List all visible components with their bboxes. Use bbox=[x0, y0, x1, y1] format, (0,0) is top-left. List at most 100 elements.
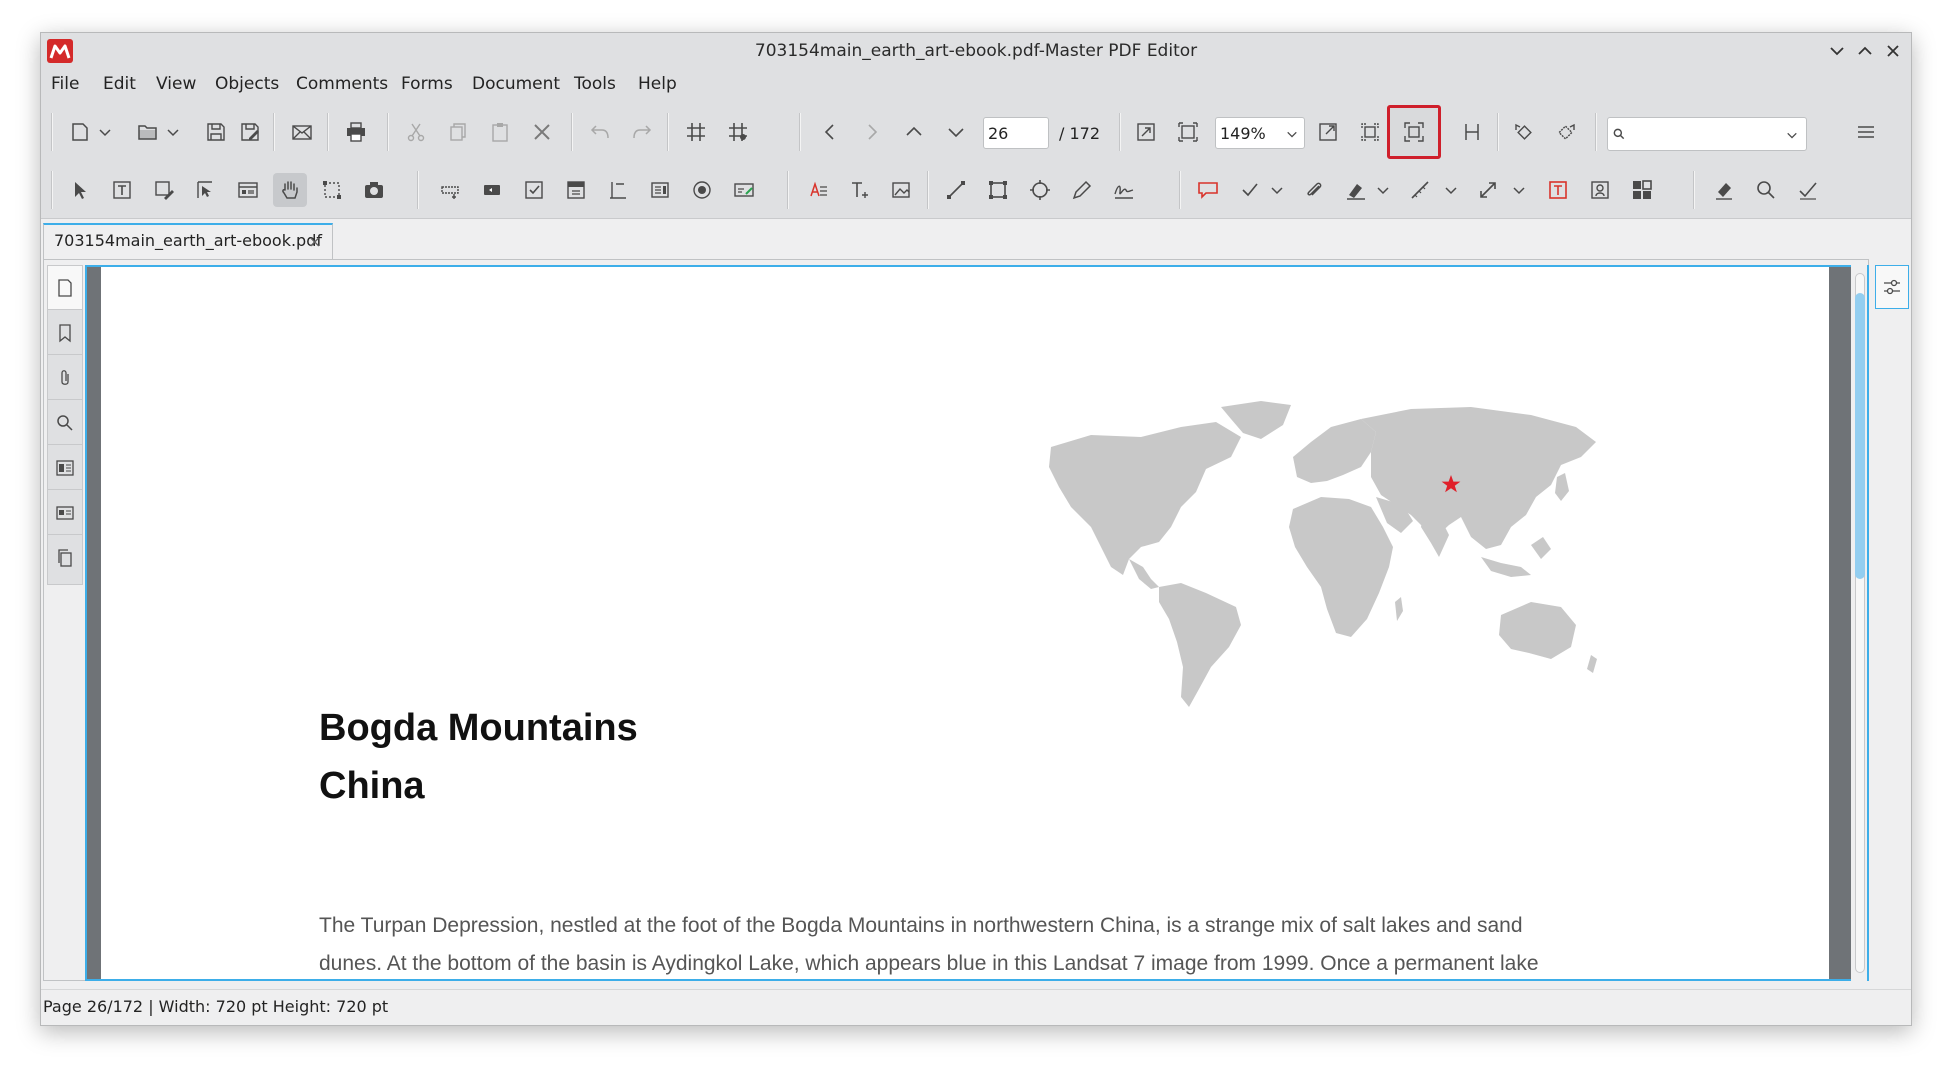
new-document-button[interactable] bbox=[63, 115, 97, 149]
fit-visible-button[interactable] bbox=[1387, 105, 1441, 159]
stamp-menu-button[interactable] bbox=[1269, 173, 1285, 207]
tab-close-icon[interactable]: × bbox=[308, 232, 321, 251]
comment-tool-button[interactable] bbox=[1191, 173, 1225, 207]
snap-to-grid-button[interactable] bbox=[721, 115, 755, 149]
maximize-icon[interactable] bbox=[1853, 39, 1877, 63]
rotate-right-button[interactable] bbox=[1549, 115, 1583, 149]
next-page-button[interactable] bbox=[939, 115, 973, 149]
checkbox-field-button[interactable] bbox=[517, 173, 551, 207]
rectangle-tool-button[interactable] bbox=[981, 173, 1015, 207]
edit-forms-tool-button[interactable] bbox=[231, 173, 265, 207]
attachments-panel-button[interactable] bbox=[48, 356, 82, 400]
layers-panel-button[interactable] bbox=[48, 446, 82, 490]
signature-field-button[interactable] bbox=[727, 173, 761, 207]
paste-button[interactable] bbox=[483, 115, 517, 149]
open-button[interactable] bbox=[131, 115, 165, 149]
menu-help[interactable]: Help bbox=[638, 74, 677, 94]
stamp-check-button[interactable] bbox=[1233, 173, 1267, 207]
expand-icon bbox=[1319, 123, 1337, 141]
document-tab[interactable]: 703154main_earth_art-ebook.pdf × bbox=[43, 223, 333, 259]
text-box-button[interactable] bbox=[1541, 173, 1575, 207]
minimize-icon[interactable] bbox=[1825, 39, 1849, 63]
edit-text-tool-button[interactable] bbox=[147, 173, 181, 207]
attach-file-button[interactable] bbox=[1297, 173, 1331, 207]
search-input[interactable] bbox=[1607, 117, 1807, 151]
menu-file[interactable]: File bbox=[51, 74, 79, 94]
new-document-menu-button[interactable] bbox=[97, 115, 113, 149]
open-menu-button[interactable] bbox=[165, 115, 181, 149]
radio-field-button[interactable] bbox=[685, 173, 719, 207]
email-button[interactable] bbox=[285, 115, 319, 149]
measure-area-button[interactable] bbox=[1471, 173, 1505, 207]
measure-distance-button[interactable] bbox=[1403, 173, 1437, 207]
menu-document[interactable]: Document bbox=[472, 74, 560, 94]
bookmarks-panel-button[interactable] bbox=[48, 311, 82, 355]
actual-size-button[interactable] bbox=[1129, 115, 1163, 149]
button-field-button[interactable] bbox=[475, 173, 509, 207]
add-text-button[interactable] bbox=[843, 173, 877, 207]
listbox-field-button[interactable] bbox=[643, 173, 677, 207]
select-tool-button[interactable] bbox=[63, 173, 97, 207]
properties-panel-button[interactable] bbox=[1875, 265, 1909, 309]
highlight-menu-button[interactable] bbox=[1375, 173, 1391, 207]
hand-tool-button[interactable] bbox=[273, 173, 307, 207]
menu-tools[interactable]: Tools bbox=[574, 74, 616, 94]
snapshot-tool-button[interactable] bbox=[357, 173, 391, 207]
previous-page-button[interactable] bbox=[897, 115, 931, 149]
scrollbar-thumb[interactable] bbox=[1855, 293, 1865, 579]
save-button[interactable] bbox=[199, 115, 233, 149]
copy-button[interactable] bbox=[441, 115, 475, 149]
qr-code-button[interactable] bbox=[1625, 173, 1659, 207]
rotate-left-button[interactable] bbox=[1507, 115, 1541, 149]
signatures-panel-button[interactable] bbox=[48, 491, 82, 535]
save-as-button[interactable] bbox=[233, 115, 267, 149]
redo-button[interactable] bbox=[625, 115, 659, 149]
menu-objects[interactable]: Objects bbox=[215, 74, 279, 94]
apply-redaction-button[interactable] bbox=[1791, 173, 1825, 207]
add-image-button[interactable] bbox=[885, 173, 919, 207]
cut-button[interactable] bbox=[399, 115, 433, 149]
zoom-select[interactable]: 149% bbox=[1215, 117, 1305, 149]
hamburger-menu-button[interactable] bbox=[1849, 115, 1883, 149]
back-button[interactable] bbox=[813, 115, 847, 149]
menu-forms[interactable]: Forms bbox=[401, 74, 453, 94]
grid-button[interactable] bbox=[679, 115, 713, 149]
certificate-button[interactable] bbox=[1583, 173, 1617, 207]
pencil-tool-button[interactable] bbox=[1065, 173, 1099, 207]
text-field-button[interactable] bbox=[601, 173, 635, 207]
undo-button[interactable] bbox=[583, 115, 617, 149]
eraser-button[interactable] bbox=[1707, 173, 1741, 207]
fit-height-button[interactable] bbox=[1455, 115, 1489, 149]
vertical-scrollbar[interactable] bbox=[1851, 265, 1867, 981]
chevron-right-icon bbox=[868, 124, 878, 140]
measure-menu-button[interactable] bbox=[1443, 173, 1459, 207]
fit-width-button[interactable] bbox=[1353, 115, 1387, 149]
area-menu-button[interactable] bbox=[1511, 173, 1527, 207]
pages-panel-button[interactable] bbox=[48, 266, 82, 310]
add-link-button[interactable] bbox=[433, 173, 467, 207]
marquee-tool-button[interactable] bbox=[315, 173, 349, 207]
menu-comments[interactable]: Comments bbox=[296, 74, 388, 94]
highlight-tool-button[interactable] bbox=[1339, 173, 1373, 207]
line-tool-button[interactable] bbox=[939, 173, 973, 207]
fit-page-button[interactable] bbox=[1171, 115, 1205, 149]
forward-button[interactable] bbox=[855, 115, 889, 149]
text-select-tool-button[interactable] bbox=[105, 173, 139, 207]
page-number-input[interactable]: 26 bbox=[983, 117, 1049, 149]
search-panel-button[interactable] bbox=[48, 401, 82, 445]
zoom-in-button[interactable] bbox=[1311, 115, 1345, 149]
document-viewport[interactable]: Bogda Mountains China The Turpan Depress… bbox=[85, 265, 1869, 981]
ellipse-tool-button[interactable] bbox=[1023, 173, 1057, 207]
print-button[interactable] bbox=[339, 115, 373, 149]
insert-text-button[interactable] bbox=[801, 173, 835, 207]
delete-button[interactable] bbox=[525, 115, 559, 149]
combobox-field-button[interactable] bbox=[559, 173, 593, 207]
close-icon[interactable] bbox=[1881, 39, 1905, 63]
pages-thumbnails-button[interactable] bbox=[48, 536, 82, 580]
find-redact-button[interactable] bbox=[1749, 173, 1783, 207]
menu-view[interactable]: View bbox=[156, 74, 196, 94]
sign-tool-button[interactable] bbox=[1107, 173, 1141, 207]
menu-edit[interactable]: Edit bbox=[103, 74, 136, 94]
toolbar-separator bbox=[1595, 113, 1597, 151]
edit-object-tool-button[interactable] bbox=[189, 173, 223, 207]
